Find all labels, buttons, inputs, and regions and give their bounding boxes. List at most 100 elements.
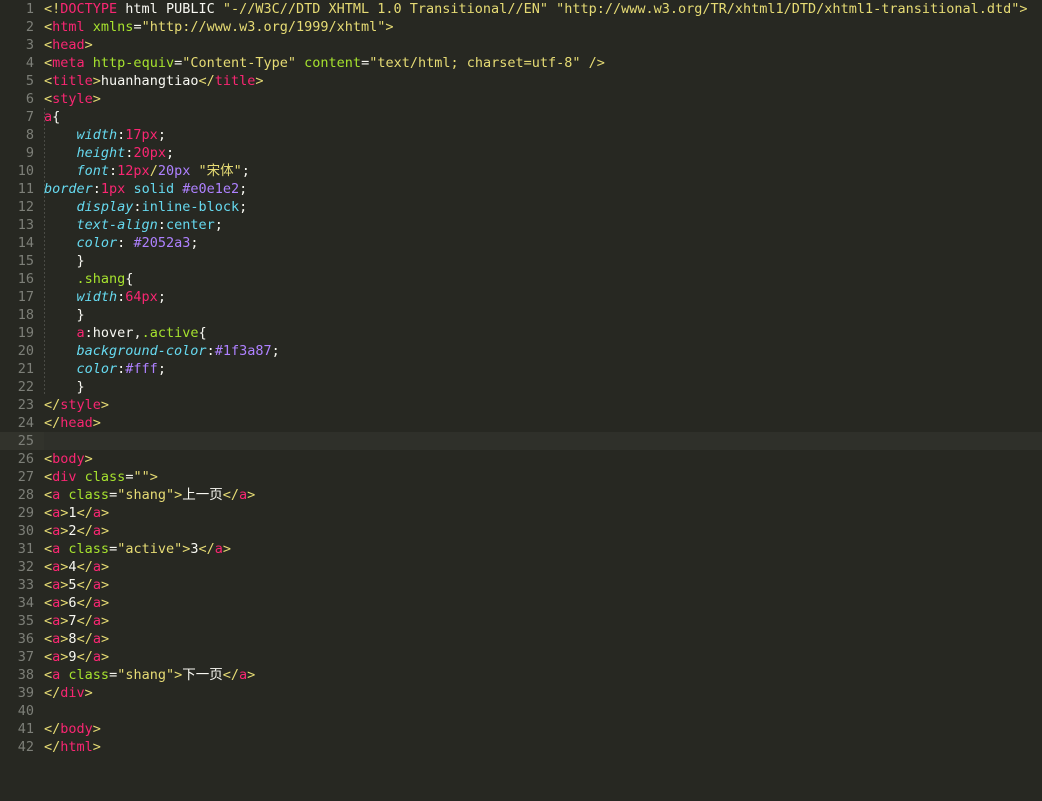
code-line-content[interactable]: font:12px/20px "宋体"; <box>44 162 1042 180</box>
code-line-content[interactable]: height:20px; <box>44 144 1042 162</box>
code-line[interactable]: 41 </body> <box>0 720 1042 738</box>
line-number[interactable]: 33 <box>0 576 44 594</box>
code-line-content[interactable]: <a>2</a> <box>44 522 1042 540</box>
code-line-content[interactable]: </style> <box>44 396 1042 414</box>
code-editor[interactable]: 1 <!DOCTYPE html PUBLIC "-//W3C//DTD XHTM… <box>0 0 1042 801</box>
line-number[interactable]: 35 <box>0 612 44 630</box>
line-number[interactable]: 17 <box>0 288 44 306</box>
line-number[interactable]: 38 <box>0 666 44 684</box>
code-line[interactable]: 33 <a>5</a> <box>0 576 1042 594</box>
code-line[interactable]: 29 <a>1</a> <box>0 504 1042 522</box>
code-line-content[interactable]: <a>4</a> <box>44 558 1042 576</box>
line-number[interactable]: 31 <box>0 540 44 558</box>
code-line[interactable]: 40 <box>0 702 1042 720</box>
line-number[interactable]: 14 <box>0 234 44 252</box>
code-line[interactable]: 21 color:#fff; <box>0 360 1042 378</box>
line-number[interactable]: 1 <box>0 0 44 18</box>
line-number[interactable]: 19 <box>0 324 44 342</box>
code-line[interactable]: 15 } <box>0 252 1042 270</box>
line-number[interactable]: 16 <box>0 270 44 288</box>
code-line-content[interactable]: color: #2052a3; <box>44 234 1042 252</box>
line-number[interactable]: 5 <box>0 72 44 90</box>
line-number[interactable]: 40 <box>0 702 44 720</box>
line-number[interactable]: 20 <box>0 342 44 360</box>
code-line-content[interactable]: <a>5</a> <box>44 576 1042 594</box>
code-line-content[interactable]: <a class="shang">下一页</a> <box>44 666 1042 684</box>
code-line[interactable]: 42 </html> <box>0 738 1042 756</box>
line-number[interactable]: 27 <box>0 468 44 486</box>
code-line-content[interactable]: <html xmlns="http://www.w3.org/1999/xhtm… <box>44 18 1042 36</box>
code-line[interactable]: 26 <body> <box>0 450 1042 468</box>
line-number[interactable]: 36 <box>0 630 44 648</box>
code-line-content[interactable]: <style> <box>44 90 1042 108</box>
line-number[interactable]: 9 <box>0 144 44 162</box>
code-line[interactable]: 22 } <box>0 378 1042 396</box>
code-line[interactable]: 16 .shang{ <box>0 270 1042 288</box>
code-line-content[interactable]: color:#fff; <box>44 360 1042 378</box>
line-number[interactable]: 28 <box>0 486 44 504</box>
line-number[interactable]: 23 <box>0 396 44 414</box>
code-line-content[interactable]: .shang{ <box>44 270 1042 288</box>
line-number[interactable]: 42 <box>0 738 44 756</box>
code-line[interactable]: 27 <div class=""> <box>0 468 1042 486</box>
code-line-content[interactable]: } <box>44 252 1042 270</box>
line-number[interactable]: 10 <box>0 162 44 180</box>
code-line[interactable]: 39 </div> <box>0 684 1042 702</box>
code-line-content[interactable]: a:hover,.active{ <box>44 324 1042 342</box>
code-line[interactable]: 1 <!DOCTYPE html PUBLIC "-//W3C//DTD XHTM… <box>0 0 1042 18</box>
line-number[interactable]: 2 <box>0 18 44 36</box>
line-number[interactable]: 21 <box>0 360 44 378</box>
code-line[interactable]: 18 } <box>0 306 1042 324</box>
line-number[interactable]: 13 <box>0 216 44 234</box>
code-line-content[interactable]: </head> <box>44 414 1042 432</box>
code-line[interactable]: 30 <a>2</a> <box>0 522 1042 540</box>
line-number[interactable]: 32 <box>0 558 44 576</box>
line-number[interactable]: 4 <box>0 54 44 72</box>
code-line-content[interactable]: border:1px solid #e0e1e2; <box>44 180 1042 198</box>
code-lines-container[interactable]: 1 <!DOCTYPE html PUBLIC "-//W3C//DTD XHTM… <box>0 0 1042 756</box>
code-line-content[interactable]: background-color:#1f3a87; <box>44 342 1042 360</box>
code-line-content[interactable]: <a>8</a> <box>44 630 1042 648</box>
code-line[interactable]: 7 a{ <box>0 108 1042 126</box>
code-line-content[interactable]: <title>huanhangtiao</title> <box>44 72 1042 90</box>
code-line[interactable]: 31 <a class="active">3</a> <box>0 540 1042 558</box>
code-line-content[interactable]: </div> <box>44 684 1042 702</box>
code-line-content[interactable]: width:64px; <box>44 288 1042 306</box>
code-line[interactable]: 2 <html xmlns="http://www.w3.org/1999/xht… <box>0 18 1042 36</box>
code-line-content[interactable]: a{ <box>44 108 1042 126</box>
line-number[interactable]: 29 <box>0 504 44 522</box>
code-line-content[interactable]: <a>7</a> <box>44 612 1042 630</box>
line-number[interactable]: 37 <box>0 648 44 666</box>
line-number[interactable]: 26 <box>0 450 44 468</box>
line-number[interactable]: 3 <box>0 36 44 54</box>
code-line-content[interactable]: <a>6</a> <box>44 594 1042 612</box>
line-number[interactable]: 12 <box>0 198 44 216</box>
code-line[interactable]: 36 <a>8</a> <box>0 630 1042 648</box>
code-line[interactable]: 10 font:12px/20px "宋体"; <box>0 162 1042 180</box>
code-line-content[interactable]: </body> <box>44 720 1042 738</box>
code-line-content[interactable]: <a>1</a> <box>44 504 1042 522</box>
code-line-content[interactable]: <a class="active">3</a> <box>44 540 1042 558</box>
code-line-content[interactable]: <div class=""> <box>44 468 1042 486</box>
line-number[interactable]: 7 <box>0 108 44 126</box>
code-line-content[interactable]: <body> <box>44 450 1042 468</box>
line-number[interactable]: 25 <box>0 432 44 450</box>
code-line[interactable]: 24 </head> <box>0 414 1042 432</box>
code-line[interactable]: 32 <a>4</a> <box>0 558 1042 576</box>
line-number[interactable]: 41 <box>0 720 44 738</box>
line-number[interactable]: 22 <box>0 378 44 396</box>
line-number[interactable]: 30 <box>0 522 44 540</box>
code-line[interactable]: 19 a:hover,.active{ <box>0 324 1042 342</box>
line-number[interactable]: 15 <box>0 252 44 270</box>
code-line-content[interactable] <box>44 702 1042 720</box>
code-line-content[interactable]: <meta http-equiv="Content-Type" content=… <box>44 54 1042 72</box>
code-line[interactable]: 13 text-align:center; <box>0 216 1042 234</box>
line-number[interactable]: 24 <box>0 414 44 432</box>
code-line-content[interactable]: text-align:center; <box>44 216 1042 234</box>
line-number[interactable]: 6 <box>0 90 44 108</box>
code-line-content[interactable] <box>44 432 1042 450</box>
code-line[interactable]: 3 <head> <box>0 36 1042 54</box>
code-line-content[interactable]: display:inline-block; <box>44 198 1042 216</box>
code-line[interactable]: 23 </style> <box>0 396 1042 414</box>
code-line[interactable]: 14 color: #2052a3; <box>0 234 1042 252</box>
